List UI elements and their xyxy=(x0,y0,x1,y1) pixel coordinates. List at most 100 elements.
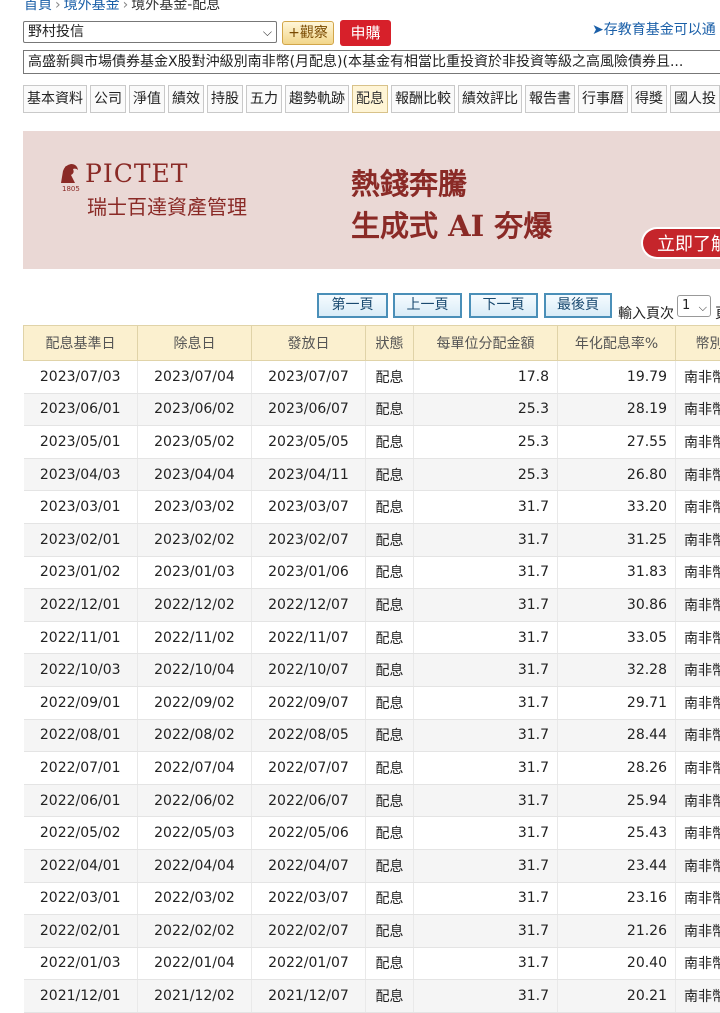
banner-brand-chinese: 瑞士百達資產管理 xyxy=(87,191,247,220)
tab-11[interactable]: 行事曆 xyxy=(578,85,628,113)
table-cell: 配息 xyxy=(366,947,414,980)
table-cell: 南非幣 xyxy=(676,752,720,785)
table-cell: 配息 xyxy=(366,719,414,752)
table-cell: 2022/06/07 xyxy=(252,784,366,817)
table-cell: 配息 xyxy=(366,426,414,459)
tab-5[interactable]: 五力 xyxy=(246,85,282,113)
table-cell: 2023/07/04 xyxy=(138,361,252,394)
table-cell: 南非幣 xyxy=(676,686,720,719)
next-page-button[interactable]: 下一頁 xyxy=(469,293,538,318)
prev-page-button[interactable]: 上一頁 xyxy=(393,293,462,318)
breadcrumb: 首頁›境外基金›境外基金-配息 xyxy=(24,0,220,14)
tab-8[interactable]: 報酬比較 xyxy=(391,85,455,113)
table-cell: 31.7 xyxy=(414,817,558,850)
table-cell: 31.7 xyxy=(414,654,558,687)
table-cell: 2023/06/01 xyxy=(24,393,138,426)
table-cell: 南非幣 xyxy=(676,523,720,556)
column-header: 除息日 xyxy=(138,326,252,361)
breadcrumb-home-link[interactable]: 首頁 xyxy=(24,0,52,13)
table-cell: 2022/01/07 xyxy=(252,947,366,980)
company-select-value: 野村投信 xyxy=(28,24,84,40)
table-row: 2022/10/032022/10/042022/10/07配息31.732.2… xyxy=(24,654,720,687)
table-cell: 南非幣 xyxy=(676,491,720,524)
table-cell: 31.7 xyxy=(414,556,558,589)
buy-button[interactable]: 申購 xyxy=(340,20,391,46)
table-cell: 2023/05/05 xyxy=(252,426,366,459)
tab-13[interactable]: 國人投 xyxy=(670,85,720,113)
table-cell: 2023/07/03 xyxy=(24,361,138,394)
table-cell: 配息 xyxy=(366,523,414,556)
column-header: 配息基準日 xyxy=(24,326,138,361)
table-cell: 配息 xyxy=(366,458,414,491)
table-cell: 2022/10/03 xyxy=(24,654,138,687)
table-cell: 2022/11/07 xyxy=(252,621,366,654)
table-cell: 2022/03/01 xyxy=(24,882,138,915)
table-cell: 31.7 xyxy=(414,915,558,948)
table-cell: 2022/09/01 xyxy=(24,686,138,719)
table-cell: 南非幣 xyxy=(676,589,720,622)
tab-10[interactable]: 報告書 xyxy=(525,85,575,113)
table-cell: 2022/08/02 xyxy=(138,719,252,752)
table-cell: 南非幣 xyxy=(676,882,720,915)
table-cell: 31.7 xyxy=(414,882,558,915)
pictet-ad-banner[interactable]: PICTET 1805 瑞士百達資產管理 熱錢奔騰 生成式 AI 夯爆 立即了解 xyxy=(23,131,720,269)
tab-4[interactable]: 持股 xyxy=(207,85,243,113)
breadcrumb-offshore-link[interactable]: 境外基金 xyxy=(64,0,120,13)
table-cell: 31.7 xyxy=(414,784,558,817)
last-page-button[interactable]: 最後頁 xyxy=(544,293,612,318)
first-page-button[interactable]: 第一頁 xyxy=(317,293,388,318)
table-row: 2022/01/032022/01/042022/01/07配息31.720.4… xyxy=(24,947,720,980)
tab-1[interactable]: 公司 xyxy=(90,85,126,113)
tab-12[interactable]: 得獎 xyxy=(631,85,667,113)
education-fund-link[interactable]: ➤存教育基金可以通 xyxy=(592,19,716,39)
table-row: 2023/06/012023/06/022023/06/07配息25.328.1… xyxy=(24,393,720,426)
banner-cta-button[interactable]: 立即了解 xyxy=(641,227,720,259)
company-select[interactable]: 野村投信 ⌵ xyxy=(23,21,277,43)
tab-3[interactable]: 績效 xyxy=(168,85,204,113)
chevron-down-icon: ⌵ xyxy=(263,23,272,41)
table-cell: 2022/12/01 xyxy=(24,589,138,622)
table-cell: 2022/05/02 xyxy=(24,817,138,850)
tab-9[interactable]: 績效評比 xyxy=(458,85,522,113)
table-cell: 南非幣 xyxy=(676,947,720,980)
table-cell: 2022/02/01 xyxy=(24,915,138,948)
table-cell: 配息 xyxy=(366,556,414,589)
breadcrumb-separator: › xyxy=(55,0,61,13)
table-row: 2022/09/012022/09/022022/09/07配息31.729.7… xyxy=(24,686,720,719)
banner-headline-2: 生成式 AI 夯爆 xyxy=(351,203,552,245)
table-cell: 31.25 xyxy=(558,523,676,556)
table-cell: 2023/02/07 xyxy=(252,523,366,556)
table-cell: 2022/12/07 xyxy=(252,589,366,622)
table-cell: 31.7 xyxy=(414,752,558,785)
table-cell: 2022/03/02 xyxy=(138,882,252,915)
tab-7[interactable]: 配息 xyxy=(352,85,388,113)
table-cell: 2022/04/04 xyxy=(138,849,252,882)
table-cell: 28.44 xyxy=(558,719,676,752)
column-header: 狀態 xyxy=(366,326,414,361)
tab-6[interactable]: 趨勢軌跡 xyxy=(285,85,349,113)
breadcrumb-separator: › xyxy=(123,0,129,13)
add-watch-button[interactable]: +觀察 xyxy=(282,21,334,45)
table-cell: 31.7 xyxy=(414,523,558,556)
table-cell: 2023/07/07 xyxy=(252,361,366,394)
table-cell: 2022/05/06 xyxy=(252,817,366,850)
table-cell: 2022/01/03 xyxy=(24,947,138,980)
table-cell: 2022/07/07 xyxy=(252,752,366,785)
table-cell: 南非幣 xyxy=(676,817,720,850)
table-cell: 配息 xyxy=(366,817,414,850)
table-cell: 2023/01/03 xyxy=(138,556,252,589)
banner-brand: PICTET xyxy=(85,159,188,188)
table-cell: 23.16 xyxy=(558,882,676,915)
tab-0[interactable]: 基本資料 xyxy=(23,85,87,113)
page-input-label: 輸入頁次 xyxy=(618,303,674,323)
table-cell: 2022/09/02 xyxy=(138,686,252,719)
breadcrumb-current: 境外基金-配息 xyxy=(131,0,220,13)
tab-2[interactable]: 淨值 xyxy=(129,85,165,113)
page-suffix: 頁 xyxy=(715,303,720,323)
table-cell: 配息 xyxy=(366,621,414,654)
table-cell: 南非幣 xyxy=(676,361,720,394)
table-cell: 2023/03/01 xyxy=(24,491,138,524)
page-number-select[interactable]: 1 ⌵ xyxy=(677,295,711,317)
table-cell: 28.19 xyxy=(558,393,676,426)
pictet-logo-icon xyxy=(57,161,81,187)
